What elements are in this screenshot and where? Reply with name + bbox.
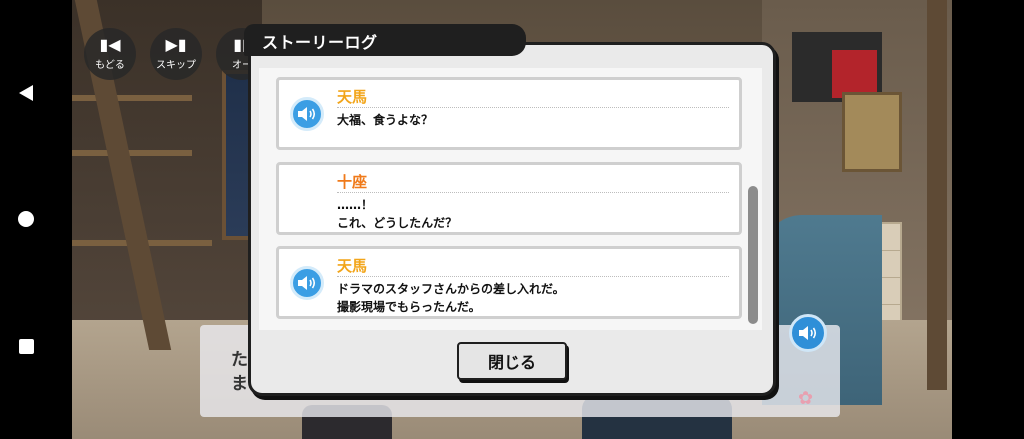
log-line: ドラマのスタッフさんからの差し入れだ。 — [337, 282, 565, 296]
skip-button[interactable]: ▶▮ スキップ — [150, 28, 202, 80]
message-line-1: た — [231, 350, 248, 370]
scene-ladder-right — [927, 0, 947, 390]
speaker-icon — [298, 107, 316, 121]
close-button[interactable]: 閉じる — [457, 342, 567, 380]
scene-shelf — [72, 150, 192, 156]
right-letterbox — [952, 0, 1024, 439]
log-entry: 天馬 大福、食うよな？ — [276, 77, 742, 150]
scene-shelf — [72, 95, 192, 101]
skip-icon: ▶▮ — [165, 35, 187, 54]
flower-icon: ✿ — [798, 388, 814, 409]
speaker-name: 天馬 — [337, 88, 368, 106]
message-line-2: ま — [231, 374, 248, 394]
rewind-button[interactable]: ▮◀ もどる — [84, 28, 136, 80]
story-log-list[interactable]: 天馬 大福、食うよな？ 十座 ……！ これ、どうしたんだ？ 天馬 ドラマのスタッ… — [259, 68, 762, 330]
dialog-title: ストーリーログ — [262, 33, 378, 52]
divider — [337, 276, 729, 277]
recents-icon[interactable] — [13, 333, 39, 359]
log-line: 撮影現場でもらったんだ。 — [337, 300, 481, 314]
log-entry: 十座 ……！ これ、どうしたんだ？ — [276, 162, 742, 235]
message-text: た ま — [231, 348, 248, 396]
back-icon[interactable] — [13, 80, 39, 106]
log-line: 大福、食うよな？ — [337, 113, 434, 127]
system-nav-bar — [0, 0, 72, 439]
log-scrollbar[interactable] — [748, 186, 758, 324]
skip-label: スキップ — [156, 60, 196, 71]
rewind-label: もどる — [95, 60, 125, 71]
divider — [337, 107, 729, 108]
speaker-name: 十座 — [337, 173, 368, 191]
scene-painting — [842, 92, 902, 172]
rewind-icon: ▮◀ — [99, 35, 121, 54]
speaker-icon — [799, 326, 817, 340]
log-entry: 天馬 ドラマのスタッフさんからの差し入れだ。 撮影現場でもらったんだ。 — [276, 246, 742, 319]
voice-play-button[interactable] — [290, 266, 324, 300]
speaker-name: 天馬 — [337, 257, 368, 275]
speaker-icon — [298, 276, 316, 290]
voice-play-button[interactable] — [290, 97, 324, 131]
log-line: これ、どうしたんだ？ — [337, 216, 458, 230]
home-icon[interactable] — [13, 206, 39, 232]
log-line: ……！ — [337, 198, 374, 212]
divider — [337, 192, 729, 193]
message-voice-button[interactable] — [789, 314, 827, 352]
